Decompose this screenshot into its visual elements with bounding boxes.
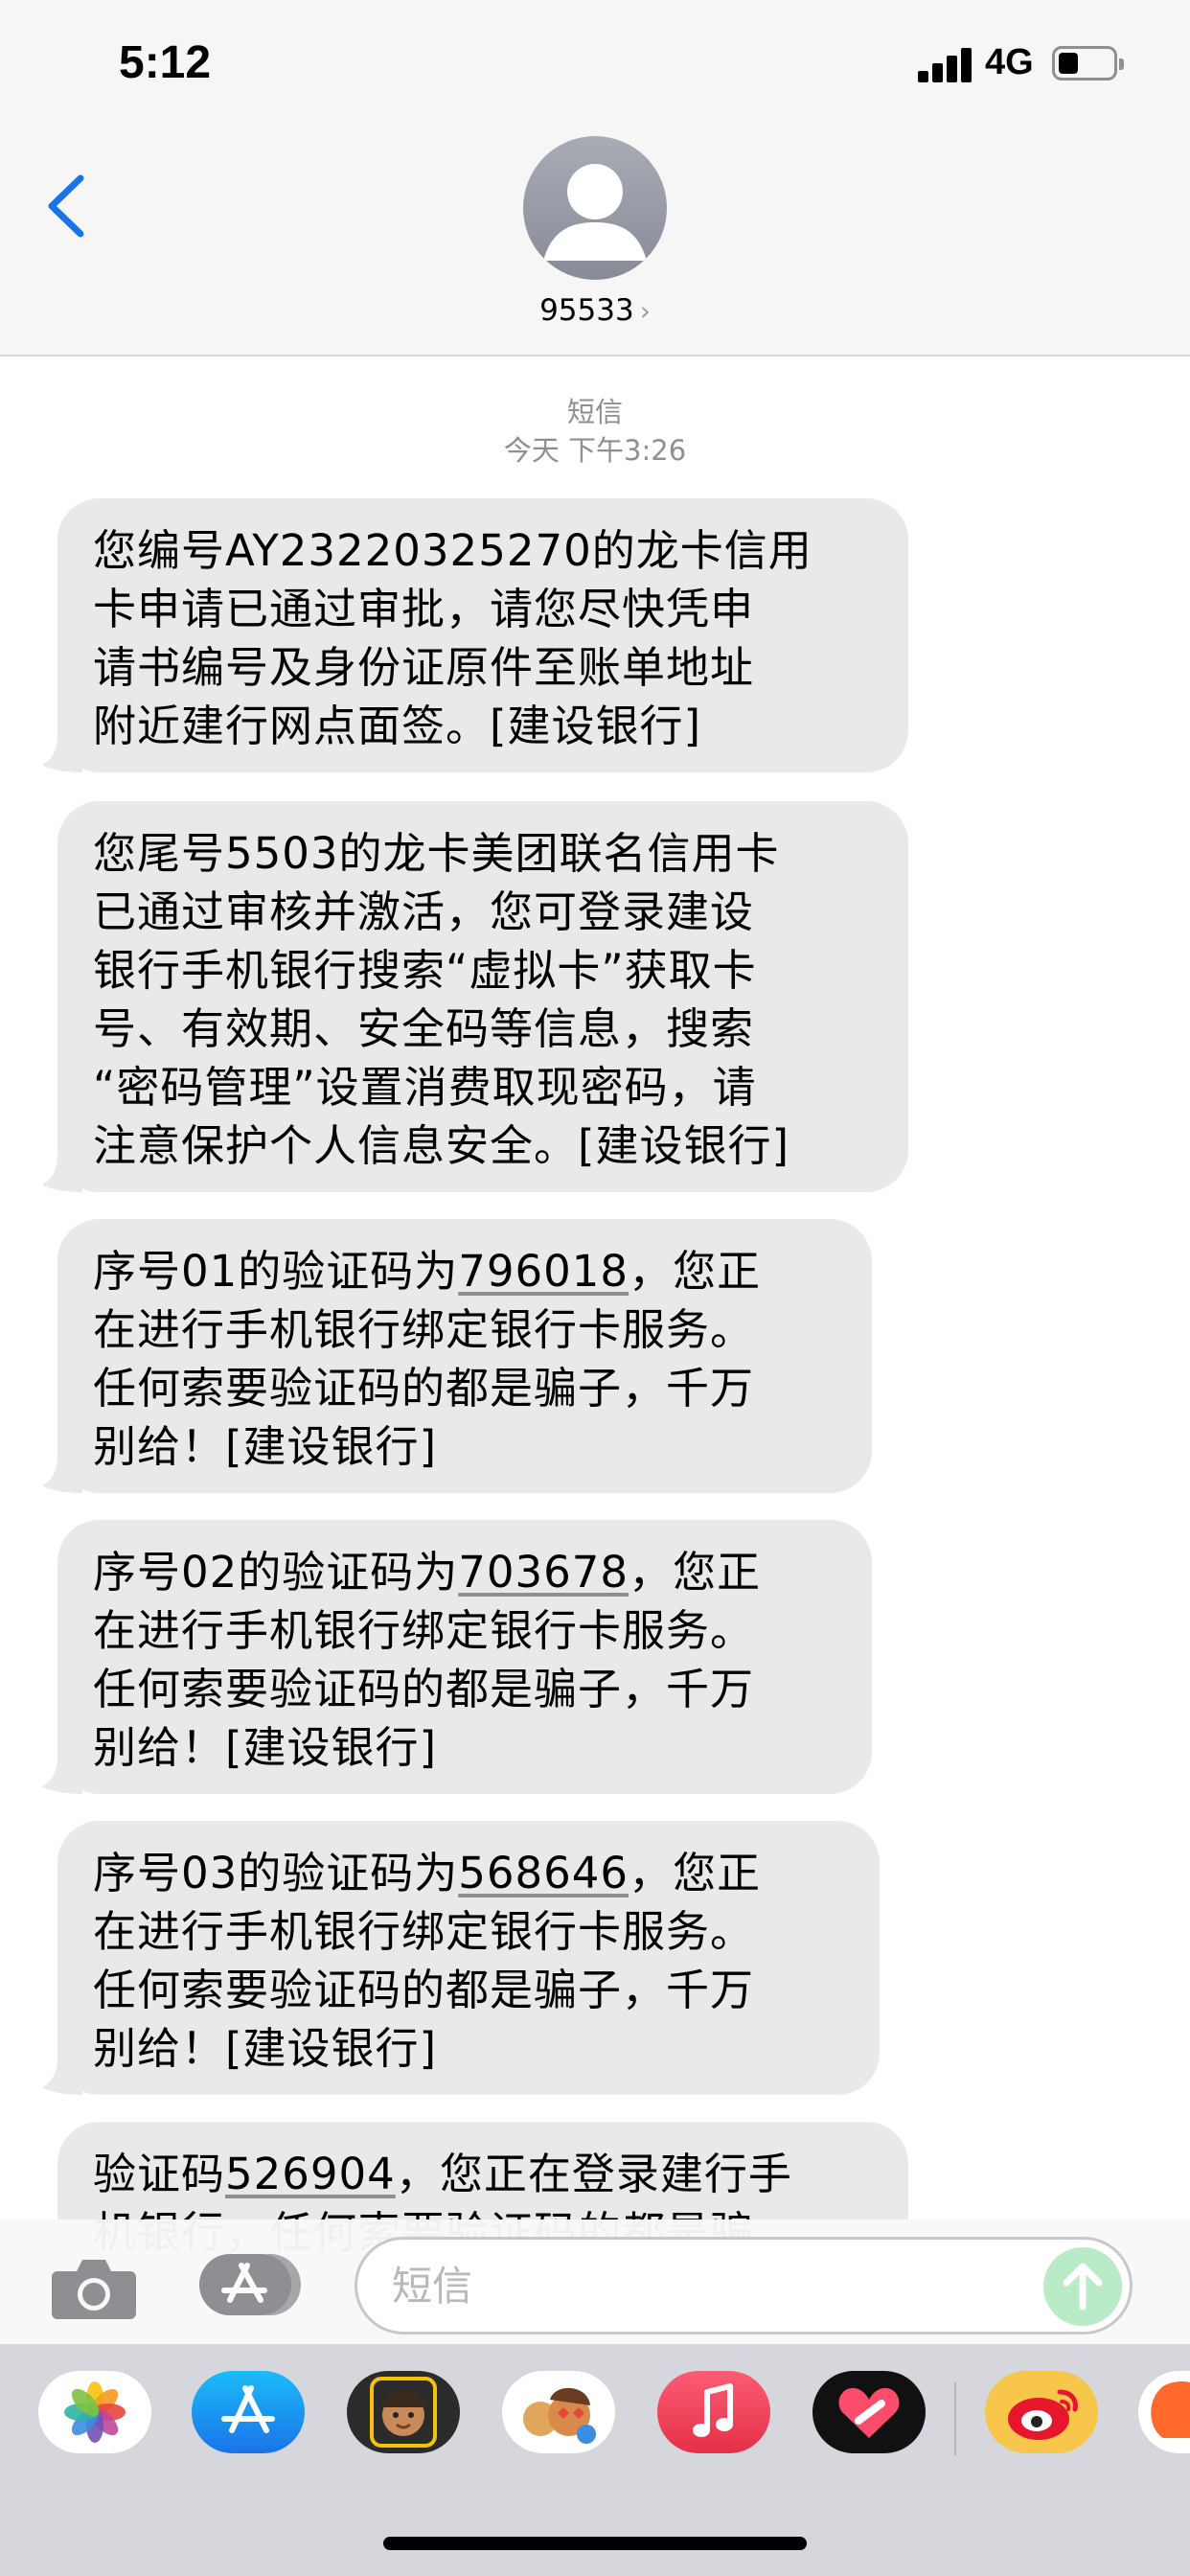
message-line: “密码管理”设置消费取现密码，请	[93, 1062, 757, 1113]
message-line: 已通过审核并激活，您可登录建设	[93, 886, 755, 937]
conversation-header: 5:12 4G 95533 ›	[0, 0, 1190, 356]
app-store-icon	[199, 2254, 301, 2315]
contact-avatar[interactable]	[523, 136, 667, 280]
message-line: 卡申请已通过审批，请您尽快凭申	[93, 584, 755, 634]
digital-touch-app-icon[interactable]	[812, 2371, 926, 2453]
contact-name[interactable]: 95533 ›	[0, 293, 1190, 328]
status-time: 5:12	[119, 37, 212, 88]
message-line: 附近建行网点面签。[建设银行]	[93, 701, 702, 751]
message-line: 任何索要验证码的都是骗子，千万	[93, 1965, 755, 2015]
partial-app-icon[interactable]	[1138, 2371, 1190, 2453]
compose-bar	[0, 2220, 1190, 2344]
message-bubble[interactable]: 序号03的验证码为568646，您正 在进行手机银行绑定银行卡服务。 任何索要验…	[42, 1821, 880, 2095]
messages-app: 5:12 4G 95533 › 短信 今天 下午3:26 您编号AY232203…	[0, 0, 1190, 2576]
message-line: 别给！[建设银行]	[93, 2023, 438, 2074]
message-line: 您编号AY23220325270的龙卡信用	[93, 525, 812, 576]
message-line: 序号03的验证码为568646，您正	[93, 1848, 762, 1898]
message-bubble[interactable]: 您编号AY23220325270的龙卡信用 卡申请已通过审批，请您尽快凭申 请书…	[42, 498, 908, 772]
message-input[interactable]	[392, 2257, 1005, 2314]
bubble-tail	[42, 2057, 82, 2095]
arrow-up-icon	[1063, 2263, 1103, 2311]
message-bubble[interactable]: 序号01的验证码为796018，您正 在进行手机银行绑定银行卡服务。 任何索要验…	[42, 1219, 872, 1493]
chevron-right-icon: ›	[639, 295, 651, 327]
message-line: 银行手机银行搜索“虚拟卡”获取卡	[93, 945, 757, 996]
animoji-app-icon[interactable]	[502, 2371, 615, 2453]
message-timestamp: 今天 下午3:26	[503, 434, 687, 467]
cellular-signal-icon	[918, 48, 972, 82]
home-indicator[interactable]	[383, 2537, 807, 2550]
photos-app-icon[interactable]	[38, 2371, 151, 2453]
chevron-left-icon	[48, 174, 84, 238]
verification-code-link[interactable]: 526904	[225, 2149, 396, 2199]
camera-button[interactable]	[50, 2254, 138, 2321]
message-line: 注意保护个人信息安全。[建设银行]	[93, 1120, 790, 1171]
message-line: 验证码526904，您正在登录建行手	[93, 2149, 792, 2199]
battery-level	[1059, 53, 1078, 74]
verification-code-link[interactable]: 703678	[458, 1547, 629, 1598]
message-bubble[interactable]: 序号02的验证码为703678，您正 在进行手机银行绑定银行卡服务。 任何索要验…	[42, 1520, 872, 1794]
message-line: 别给！[建设银行]	[93, 1421, 438, 1472]
message-line: 在进行手机银行绑定银行卡服务。	[93, 1906, 755, 1957]
message-line: 号、有效期、安全码等信息，搜索	[93, 1003, 755, 1054]
person-icon	[543, 164, 647, 261]
verification-code-link[interactable]: 568646	[458, 1848, 629, 1898]
back-button[interactable]	[38, 163, 96, 249]
message-line: 在进行手机银行绑定银行卡服务。	[93, 1304, 755, 1355]
bubble-tail	[42, 1756, 82, 1794]
message-line: 别给！[建设银行]	[93, 1722, 438, 1773]
message-line: 您尾号5503的龙卡美团联名信用卡	[93, 828, 780, 879]
bubble-tail	[42, 734, 82, 772]
app-store-button[interactable]	[197, 2250, 305, 2319]
bubble-tail	[42, 1154, 82, 1192]
camera-icon	[52, 2260, 136, 2319]
message-line: 在进行手机银行绑定银行卡服务。	[93, 1605, 755, 1656]
message-bubble[interactable]: 您尾号5503的龙卡美团联名信用卡 已通过审核并激活，您可登录建设 银行手机银行…	[42, 801, 908, 1192]
message-type-label: 短信	[566, 396, 623, 428]
message-line: 任何索要验证码的都是骗子，千万	[93, 1664, 755, 1714]
network-type: 4G	[985, 42, 1034, 82]
bubble-tail	[42, 1455, 82, 1493]
weibo-app-icon[interactable]	[985, 2371, 1098, 2453]
message-line: 请书编号及身份证原件至账单地址	[93, 642, 755, 693]
message-line: 序号02的验证码为703678，您正	[93, 1547, 762, 1598]
message-line: 任何索要验证码的都是骗子，千万	[93, 1363, 755, 1414]
message-line: 序号01的验证码为796018，您正	[93, 1246, 762, 1297]
memoji-app-icon[interactable]	[347, 2371, 460, 2453]
send-button[interactable]	[1043, 2247, 1122, 2326]
message-field	[355, 2237, 1133, 2334]
drawer-divider	[954, 2382, 956, 2455]
verification-code-link[interactable]: 796018	[458, 1246, 629, 1297]
music-app-icon[interactable]	[657, 2371, 770, 2453]
app-store-app-icon[interactable]	[192, 2371, 305, 2453]
battery-icon	[1052, 46, 1124, 80]
